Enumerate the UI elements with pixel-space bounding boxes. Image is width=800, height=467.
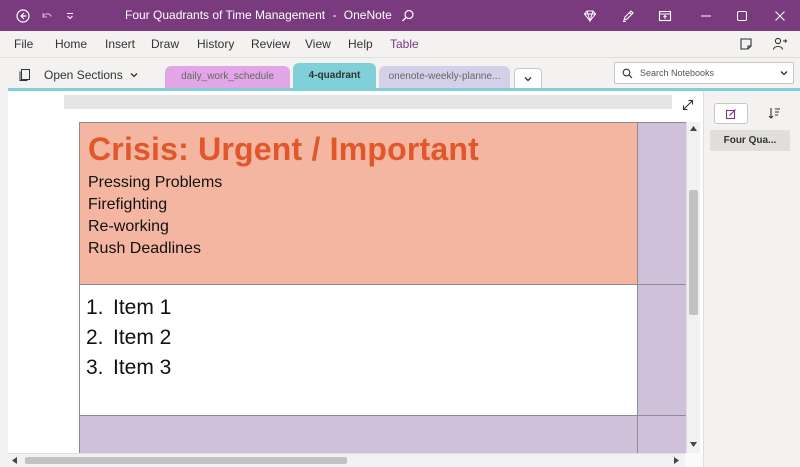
full-page-view-icon[interactable]	[653, 0, 677, 31]
item-text: Item 3	[113, 356, 172, 379]
items-cell[interactable]: 1. Item 1 2. Item 2 3. Item 3	[79, 284, 638, 416]
scroll-up-icon[interactable]	[687, 122, 700, 134]
tab-4-quadrant[interactable]: 4-quadrant	[293, 63, 376, 88]
chevron-down-icon[interactable]	[779, 68, 789, 78]
menu-insert[interactable]: Insert	[105, 31, 135, 57]
crisis-cell[interactable]: Crisis: Urgent / Important Pressing Prob…	[79, 122, 638, 285]
search-icon[interactable]	[398, 0, 418, 31]
menu-file[interactable]: File	[14, 31, 33, 57]
crisis-title: Crisis: Urgent / Important	[88, 131, 480, 167]
chevron-down-icon	[129, 70, 139, 80]
vertical-scrollbar[interactable]	[686, 122, 700, 453]
item-text: Item 1	[113, 296, 172, 319]
document-title: Four Quadrants of Time Management	[125, 8, 326, 22]
menu-view[interactable]: View	[305, 31, 331, 57]
open-sections-button[interactable]: Open Sections	[18, 62, 139, 88]
search-notebooks-input[interactable]: Search Notebooks	[614, 62, 794, 84]
list-item: 1. Item 1	[86, 293, 171, 323]
menu-draw[interactable]: Draw	[151, 31, 179, 57]
window-title: Four Quadrants of Time Management - OneN…	[125, 0, 392, 31]
menu-home[interactable]: Home	[55, 31, 87, 57]
horizontal-scroll-thumb[interactable]	[25, 457, 347, 464]
maximize-icon[interactable]	[722, 0, 762, 31]
scroll-left-icon[interactable]	[8, 454, 21, 467]
crisis-line: Pressing Problems	[88, 174, 223, 191]
expand-icon[interactable]	[679, 96, 697, 114]
share-person-icon[interactable]	[768, 31, 792, 57]
left-margin	[0, 91, 8, 467]
search-placeholder: Search Notebooks	[640, 68, 715, 78]
scroll-down-icon[interactable]	[687, 438, 700, 450]
more-sections-button[interactable]	[514, 68, 542, 90]
menu-bar: File Home Insert Draw History Review Vie…	[0, 31, 800, 58]
page-item[interactable]: Four Qua...	[710, 130, 790, 151]
quick-access-dropdown-icon[interactable]	[58, 0, 82, 31]
open-sections-label: Open Sections	[44, 68, 123, 82]
menu-help[interactable]: Help	[348, 31, 373, 57]
title-separator: -	[332, 8, 337, 22]
pen-icon[interactable]	[616, 0, 640, 31]
quadrant-table: Crisis: Urgent / Important Pressing Prob…	[79, 122, 686, 453]
sticky-notes-icon[interactable]	[734, 31, 758, 57]
item-number: 1.	[86, 296, 104, 319]
quadrant-cell-right-top[interactable]	[637, 122, 686, 285]
crisis-line: Rush Deadlines	[88, 240, 201, 257]
quadrant-cell-bottom[interactable]	[79, 415, 638, 453]
crisis-lines: Pressing Problems Firefighting Re-workin…	[88, 172, 222, 260]
quadrant-cell-right-bottom[interactable]	[637, 415, 686, 453]
vertical-scroll-thumb[interactable]	[689, 190, 698, 315]
tab-daily-work-schedule[interactable]: daily_work_schedule	[165, 66, 290, 88]
menu-table[interactable]: Table	[390, 31, 419, 57]
page-title-strip[interactable]	[64, 95, 672, 109]
notebook-pages-icon	[18, 68, 32, 82]
sort-icon[interactable]	[764, 103, 784, 122]
search-icon	[622, 68, 633, 79]
item-number: 3.	[86, 356, 104, 379]
add-page-icon	[725, 108, 737, 120]
diamond-icon[interactable]	[578, 0, 602, 31]
scroll-right-icon[interactable]	[670, 454, 683, 467]
list-item: 2. Item 2	[86, 323, 171, 353]
minimize-icon[interactable]	[686, 0, 726, 31]
chevron-down-icon	[523, 74, 533, 84]
tab-onenote-weekly-planner[interactable]: onenote-weekly-planne...	[379, 66, 510, 88]
horizontal-scrollbar[interactable]	[8, 453, 685, 467]
add-page-button[interactable]	[714, 103, 748, 124]
close-icon[interactable]	[760, 0, 800, 31]
crisis-line: Re-working	[88, 218, 169, 235]
item-number: 2.	[86, 326, 104, 349]
item-list: 1. Item 1 2. Item 2 3. Item 3	[86, 293, 171, 383]
item-text: Item 2	[113, 326, 172, 349]
crisis-line: Firefighting	[88, 196, 168, 213]
list-item: 3. Item 3	[86, 353, 171, 383]
menu-review[interactable]: Review	[251, 31, 290, 57]
app-name: OneNote	[343, 8, 392, 22]
title-bar: Four Quadrants of Time Management - OneN…	[0, 0, 800, 31]
quadrant-cell-right-middle[interactable]	[637, 284, 686, 416]
menu-history[interactable]: History	[197, 31, 234, 57]
